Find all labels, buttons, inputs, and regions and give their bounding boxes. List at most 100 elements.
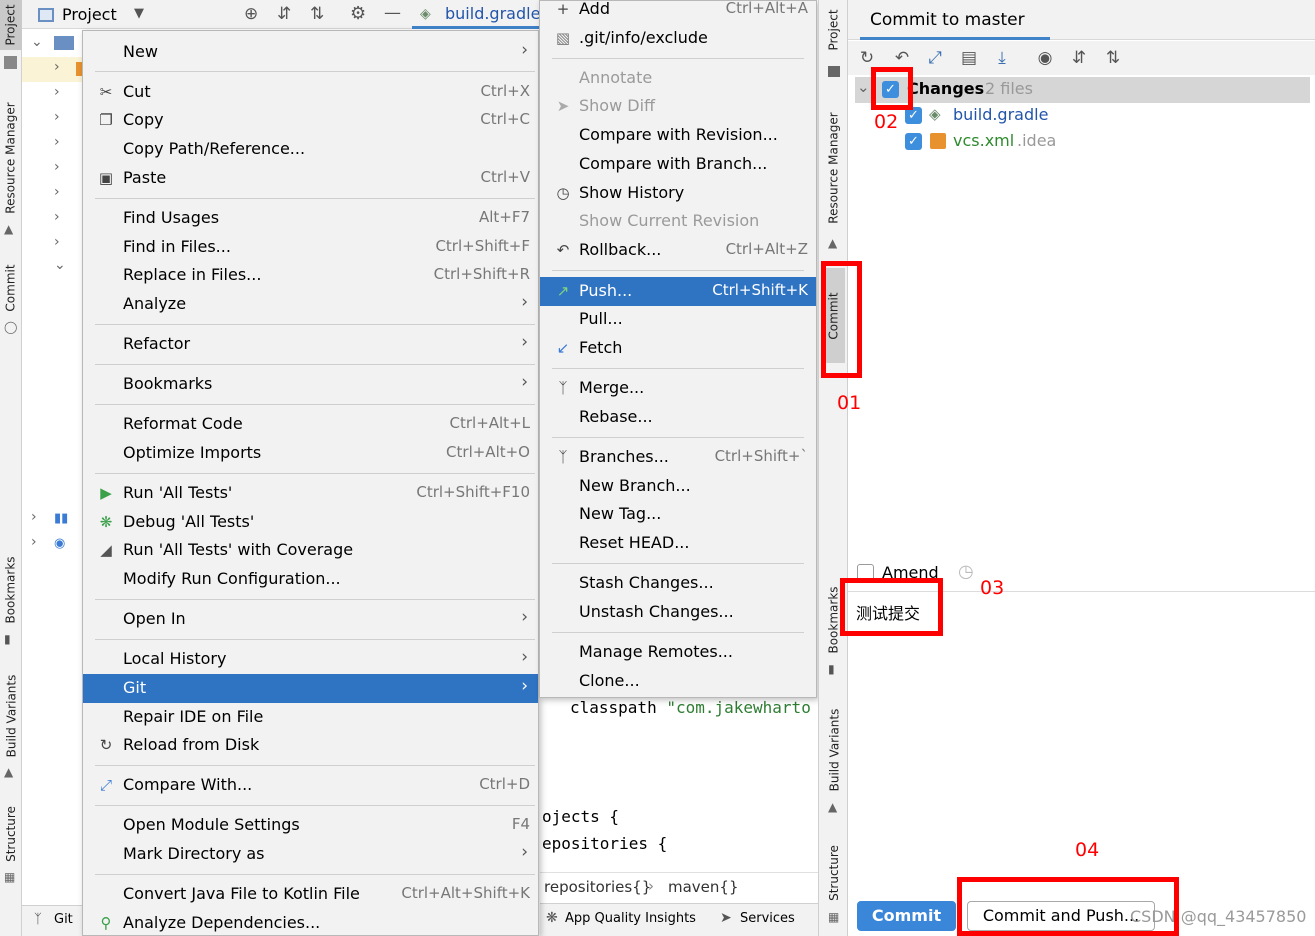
refresh-icon[interactable]: ↻: [856, 47, 878, 69]
menu-item-copy-path[interactable]: Copy Path/Reference...: [83, 135, 538, 164]
menu-item-repair-ide[interactable]: Repair IDE on File: [83, 703, 538, 732]
menu-item-find-usages[interactable]: Find Usages Alt+F7: [83, 204, 538, 233]
menu-item-debug-all-tests[interactable]: ❋ Debug 'All Tests': [83, 508, 538, 537]
menu-item-run-all-tests[interactable]: ▶ Run 'All Tests' Ctrl+Shift+F10: [83, 479, 538, 508]
tool-tab-project[interactable]: Project: [0, 0, 22, 50]
tree-row[interactable]: ›: [22, 232, 82, 257]
collapse-all-icon[interactable]: ⇅: [1102, 47, 1124, 69]
file-checkbox[interactable]: ✓: [905, 133, 922, 150]
git-menu-item-rebase[interactable]: Rebase...: [540, 403, 816, 432]
changed-file-row[interactable]: ✓ ◈ build.gradle: [905, 105, 1305, 130]
shelve-icon[interactable]: ⤓: [991, 47, 1013, 69]
changes-group-row[interactable]: ⌄ ✓ Changes 2 files: [855, 77, 1310, 103]
menu-item-mark-directory-as[interactable]: Mark Directory as ›: [83, 840, 538, 869]
menu-item-bookmarks[interactable]: Bookmarks ›: [83, 370, 538, 399]
menu-item-reformat-code[interactable]: Reformat Code Ctrl+Alt+L: [83, 410, 538, 439]
git-menu-item-unstash-changes[interactable]: Unstash Changes...: [540, 598, 816, 627]
tree-row[interactable]: ›: [22, 107, 82, 132]
breadcrumb-item[interactable]: maven{}: [668, 878, 739, 896]
tree-row[interactable]: ›: [22, 57, 84, 82]
app-quality-insights-tab[interactable]: App Quality Insights: [565, 911, 696, 926]
menu-item-local-history[interactable]: Local History ›: [83, 645, 538, 674]
locate-icon[interactable]: ⊕: [244, 4, 258, 24]
menu-item-git[interactable]: Git ›: [83, 674, 538, 703]
git-menu-item-git-exclude[interactable]: ▧ .git/info/exclude: [540, 24, 816, 53]
git-menu-item-merge[interactable]: ᛉ Merge...: [540, 374, 816, 403]
tree-row[interactable]: ⌄: [22, 257, 82, 282]
menu-item-run-with-coverage[interactable]: ◢ Run 'All Tests' with Coverage: [83, 536, 538, 565]
menu-item-cut[interactable]: ✂ Cut Ctrl+X: [83, 78, 538, 107]
expand-all-icon[interactable]: ⇵: [277, 4, 291, 24]
menu-item-open-module-settings[interactable]: Open Module Settings F4: [83, 811, 538, 840]
tree-row[interactable]: ›: [22, 157, 82, 182]
services-tab[interactable]: Services: [740, 911, 795, 926]
tree-row[interactable]: ›: [22, 182, 82, 207]
tool-tab-project[interactable]: Project: [823, 0, 845, 60]
tree-row[interactable]: ›: [22, 132, 82, 157]
tool-tab-resource-manager[interactable]: Resource Manager: [823, 100, 845, 235]
git-menu-item-show-history[interactable]: ◷ Show History: [540, 179, 816, 208]
editor-tab-build-gradle[interactable]: ◈ build.gradle: [412, 0, 542, 29]
git-menu-item-reset-head[interactable]: Reset HEAD...: [540, 529, 816, 558]
git-menu-item-new-tag[interactable]: New Tag...: [540, 500, 816, 529]
menu-item-paste[interactable]: ▣ Paste Ctrl+V: [83, 164, 538, 193]
git-menu-item-annotate[interactable]: Annotate: [540, 64, 816, 93]
menu-item-open-in[interactable]: Open In ›: [83, 605, 538, 634]
breadcrumb-item[interactable]: repositories{}: [544, 878, 651, 896]
tool-tab-structure[interactable]: Structure: [0, 800, 22, 868]
tree-row[interactable]: ›: [22, 207, 82, 232]
git-menu-item-new-branch[interactable]: New Branch...: [540, 472, 816, 501]
git-menu-item-add[interactable]: + Add Ctrl+Alt+A: [540, 0, 816, 24]
clock-icon[interactable]: ◷: [958, 561, 974, 582]
tool-tab-commit[interactable]: Commit: [0, 258, 22, 318]
tree-row[interactable]: › ▮▮: [22, 507, 82, 532]
commit-button[interactable]: Commit: [857, 901, 956, 931]
git-menu-item-manage-remotes[interactable]: Manage Remotes...: [540, 638, 816, 667]
tree-row[interactable]: › ◉: [22, 532, 82, 557]
changelist-icon[interactable]: ▤: [958, 47, 980, 69]
menu-item-copy[interactable]: ❐ Copy Ctrl+C: [83, 106, 538, 135]
menu-item-new[interactable]: New ›: [83, 38, 538, 67]
menu-item-find-in-files[interactable]: Find in Files... Ctrl+Shift+F: [83, 233, 538, 262]
git-menu-item-compare-with-branch[interactable]: Compare with Branch...: [540, 150, 816, 179]
expand-all-icon[interactable]: ⇵: [1068, 47, 1090, 69]
tool-tab-bookmarks[interactable]: Bookmarks: [0, 550, 22, 630]
menu-item-compare-with[interactable]: ⤢ Compare With... Ctrl+D: [83, 771, 538, 800]
chevron-down-icon[interactable]: ▼: [134, 6, 144, 21]
show-diff-icon[interactable]: ⤢: [924, 47, 946, 69]
tool-tab-build-variants[interactable]: Build Variants: [0, 668, 22, 763]
tree-row[interactable]: ⌄: [22, 32, 82, 57]
git-menu-item-compare-with-revision[interactable]: Compare with Revision...: [540, 121, 816, 150]
git-tool-button[interactable]: Git: [54, 912, 73, 927]
git-menu-item-show-current-revision[interactable]: Show Current Revision: [540, 207, 816, 236]
tool-tab-build-variants[interactable]: Build Variants: [823, 700, 845, 800]
git-menu-item-branches[interactable]: ᛉ Branches... Ctrl+Shift+`: [540, 443, 816, 472]
gear-icon[interactable]: ⚙: [350, 3, 366, 24]
menu-item-modify-run-configuration[interactable]: Modify Run Configuration...: [83, 565, 538, 594]
eye-icon[interactable]: ◉: [1034, 47, 1056, 69]
chevron-down-icon[interactable]: ⌄: [857, 78, 870, 96]
changed-file-row[interactable]: ✓ vcs.xml .idea: [905, 131, 1305, 156]
clock-icon: ◷: [556, 184, 570, 202]
git-menu-item-push[interactable]: ↗ Push... Ctrl+Shift+K: [540, 277, 816, 306]
git-menu-item-rollback[interactable]: ↶ Rollback... Ctrl+Alt+Z: [540, 236, 816, 265]
menu-item-optimize-imports[interactable]: Optimize Imports Ctrl+Alt+O: [83, 439, 538, 468]
menu-item-convert-java-to-kotlin[interactable]: Convert Java File to Kotlin File Ctrl+Alt…: [83, 880, 538, 909]
git-menu-item-pull[interactable]: Pull...: [540, 305, 816, 334]
git-menu-item-stash-changes[interactable]: Stash Changes...: [540, 569, 816, 598]
project-title[interactable]: Project: [62, 5, 117, 24]
git-menu-item-show-diff[interactable]: ➤ Show Diff: [540, 92, 816, 121]
menu-item-reload-from-disk[interactable]: ↻ Reload from Disk: [83, 731, 538, 760]
git-menu-item-clone[interactable]: Clone...: [540, 667, 816, 696]
menu-item-analyze[interactable]: Analyze ›: [83, 290, 538, 319]
git-menu-item-fetch[interactable]: ↙ Fetch: [540, 334, 816, 363]
tree-row[interactable]: ›: [22, 82, 82, 107]
minimize-icon[interactable]: —: [384, 3, 401, 23]
menu-item-refactor[interactable]: Refactor ›: [83, 330, 538, 359]
tool-tab-structure[interactable]: Structure: [823, 838, 845, 908]
rollback-icon[interactable]: ↶: [891, 47, 913, 69]
tool-tab-resource-manager[interactable]: Resource Manager: [0, 95, 22, 220]
menu-item-replace-in-files[interactable]: Replace in Files... Ctrl+Shift+R: [83, 261, 538, 290]
collapse-all-icon[interactable]: ⇅: [310, 4, 324, 24]
menu-item-analyze-dependencies[interactable]: ⚲ Analyze Dependencies...: [83, 909, 538, 936]
